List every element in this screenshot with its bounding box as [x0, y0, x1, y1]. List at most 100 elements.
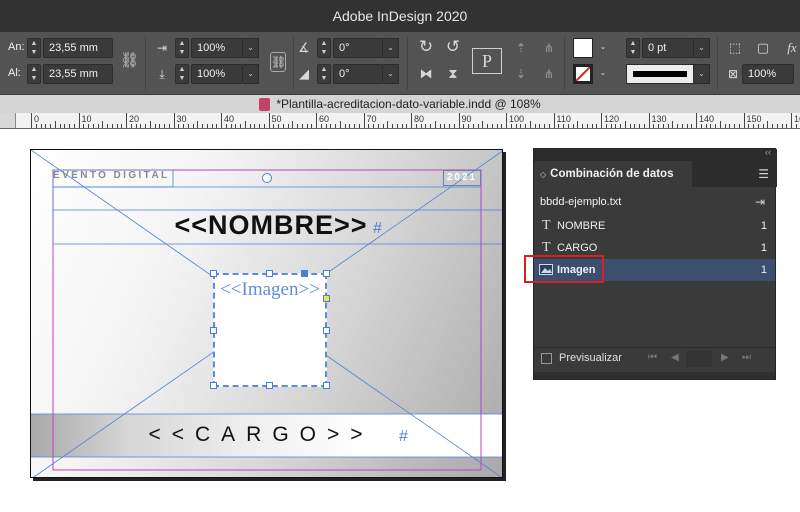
ruler-minor-tick — [59, 124, 61, 128]
record-number-field[interactable] — [686, 351, 712, 367]
selection-handle[interactable] — [210, 270, 217, 277]
select-previous-icon[interactable]: ⋔ — [540, 39, 558, 57]
ruler-origin-corner[interactable] — [0, 113, 16, 128]
ruler-minor-tick — [734, 124, 735, 128]
ruler-minor-tick — [116, 124, 118, 128]
ruler-minor-tick — [577, 121, 579, 128]
ruler-minor-tick — [439, 124, 441, 128]
next-record-icon[interactable]: ▶ — [721, 352, 729, 363]
control-bar: An: ▲ ▼ 23,55 mm Al: ▲ ▼ 23,55 mm ⛓ ⇥ ▲ ▼ 1… — [0, 32, 800, 94]
ruler-minor-tick — [387, 121, 389, 128]
previous-record-icon[interactable]: ◀ — [671, 352, 679, 363]
ruler-minor-tick — [596, 124, 598, 128]
ruler-minor-tick — [178, 124, 180, 128]
ruler-minor-tick — [88, 124, 89, 128]
scale-y-stepper[interactable]: ▲ ▼ — [175, 64, 189, 84]
ruler-minor-tick — [240, 124, 241, 128]
scale-y-field[interactable]: 100% — [191, 64, 243, 84]
panel-scrollbar[interactable] — [534, 372, 775, 379]
width-field[interactable]: 23,55 mm — [43, 38, 113, 58]
effects-fx-icon[interactable]: fx — [783, 39, 800, 57]
select-content-icon[interactable]: ⇣ — [512, 65, 530, 83]
ruler-minor-tick — [781, 124, 783, 128]
rotation-field[interactable]: 0° — [333, 38, 383, 58]
last-record-icon[interactable]: ⏭ — [742, 352, 751, 363]
flip-horizontal-icon[interactable]: ⧓ — [416, 65, 436, 83]
rotate-clockwise-icon[interactable]: ↻ — [416, 38, 436, 56]
stroke-swatch[interactable] — [573, 64, 593, 84]
document-tab[interactable]: *Plantilla-acreditacion-dato-variable.in… — [0, 94, 800, 113]
year-label[interactable]: 2021 — [443, 170, 481, 186]
link-scale-icon[interactable]: ⛓ — [270, 52, 286, 72]
ruler-minor-tick — [491, 124, 493, 128]
fill-dropdown[interactable]: ⌄ — [595, 38, 611, 58]
ruler-major-tick — [458, 113, 460, 128]
preview-checkbox[interactable] — [541, 353, 552, 364]
height-stepper[interactable]: ▲ ▼ — [27, 64, 41, 84]
panel-tab-data-merge[interactable]: ◇ Combinación de datos — [534, 161, 692, 187]
ruler-minor-tick — [102, 121, 104, 128]
selection-handle[interactable] — [266, 270, 273, 277]
select-next-icon[interactable]: ⋔ — [540, 65, 558, 83]
corner-radius-handle[interactable] — [323, 295, 330, 302]
ruler-minor-tick — [168, 124, 170, 128]
stroke-type-field[interactable] — [626, 64, 694, 84]
imagen-placeholder-frame[interactable]: <<Imagen>> — [213, 273, 327, 387]
panel-menu-icon[interactable]: ☰ — [758, 167, 769, 181]
shear-stepper[interactable]: ▲ ▼ — [317, 64, 331, 84]
ruler-minor-tick — [183, 124, 184, 128]
stroke-weight-dropdown[interactable]: ⌄ — [694, 38, 710, 58]
corner-options-icon[interactable]: ⬚ — [726, 39, 744, 57]
constrain-proportions-icon[interactable]: ⛓ — [120, 52, 139, 70]
nombre-placeholder[interactable]: <<NOMBRE>> — [151, 210, 391, 241]
ruler-minor-tick — [149, 121, 151, 128]
ruler-minor-tick — [748, 124, 750, 128]
selection-handle[interactable] — [266, 382, 273, 389]
selection-handle[interactable] — [323, 270, 330, 277]
text-field-icon: T — [542, 218, 551, 233]
stroke-weight-stepper[interactable]: ▲ ▼ — [626, 38, 640, 58]
document-page[interactable]: EVENTO DIGITAL 2021 <<NOMBRE>> # <<Image… — [30, 149, 503, 478]
scale-x-field[interactable]: 100% — [191, 38, 243, 58]
selection-handle[interactable] — [323, 327, 330, 334]
stroke-dropdown[interactable]: ⌄ — [595, 64, 611, 84]
ruler-label: 20 — [129, 114, 140, 124]
cargo-placeholder[interactable]: <<CARGO>> — [131, 423, 391, 447]
selection-handle[interactable] — [323, 382, 330, 389]
rotation-stepper[interactable]: ▲ ▼ — [317, 38, 331, 58]
reference-point-p-icon[interactable]: P — [472, 48, 502, 74]
scale-x-stepper[interactable]: ▲ ▼ — [175, 38, 189, 58]
ruler-minor-tick — [45, 124, 47, 128]
fill-swatch[interactable] — [573, 38, 593, 58]
drop-shadow-icon[interactable]: ▢ — [754, 39, 772, 57]
event-label[interactable]: EVENTO DIGITAL — [53, 170, 170, 181]
scale-x-dropdown[interactable]: ⌄ — [243, 38, 259, 58]
ruler-major-tick — [363, 113, 365, 128]
selection-handle[interactable] — [210, 382, 217, 389]
stroke-weight-field[interactable]: 0 pt — [642, 38, 694, 58]
ruler-minor-tick — [263, 124, 265, 128]
shear-dropdown[interactable]: ⌄ — [383, 64, 399, 84]
scale-y-icon: ⤓ — [159, 67, 165, 81]
collapse-panel-icon[interactable]: ‹‹ — [765, 147, 771, 157]
rotate-counterclockwise-icon[interactable]: ↺ — [443, 38, 463, 56]
opacity-field[interactable]: 100% — [742, 64, 794, 84]
hidden-character-hash: # — [373, 220, 382, 237]
flip-vertical-icon[interactable]: ⧗ — [443, 65, 463, 83]
shear-field[interactable]: 0° — [333, 64, 383, 84]
field-row-nombre[interactable]: T NOMBRE 1 — [534, 215, 775, 237]
rotation-dropdown[interactable]: ⌄ — [383, 38, 399, 58]
width-stepper[interactable]: ▲ ▼ — [27, 38, 41, 58]
height-field[interactable]: 23,55 mm — [43, 64, 113, 84]
create-merged-document-icon[interactable]: ⇥ — [755, 191, 765, 213]
select-container-icon[interactable]: ⇡ — [512, 39, 530, 57]
content-grabber-handle[interactable] — [301, 270, 308, 277]
scale-y-dropdown[interactable]: ⌄ — [243, 64, 259, 84]
ruler-minor-tick — [610, 124, 612, 128]
selection-handle[interactable] — [210, 327, 217, 334]
first-record-icon[interactable]: ⏮ — [648, 352, 657, 363]
horizontal-ruler[interactable]: 0 10 20 30 40 50 60 70 80 90 100 110 120 130 140 150 160 — [0, 113, 800, 129]
ruler-minor-tick — [563, 124, 564, 128]
ruler-minor-tick — [415, 124, 417, 128]
stroke-type-dropdown[interactable]: ⌄ — [694, 64, 710, 84]
